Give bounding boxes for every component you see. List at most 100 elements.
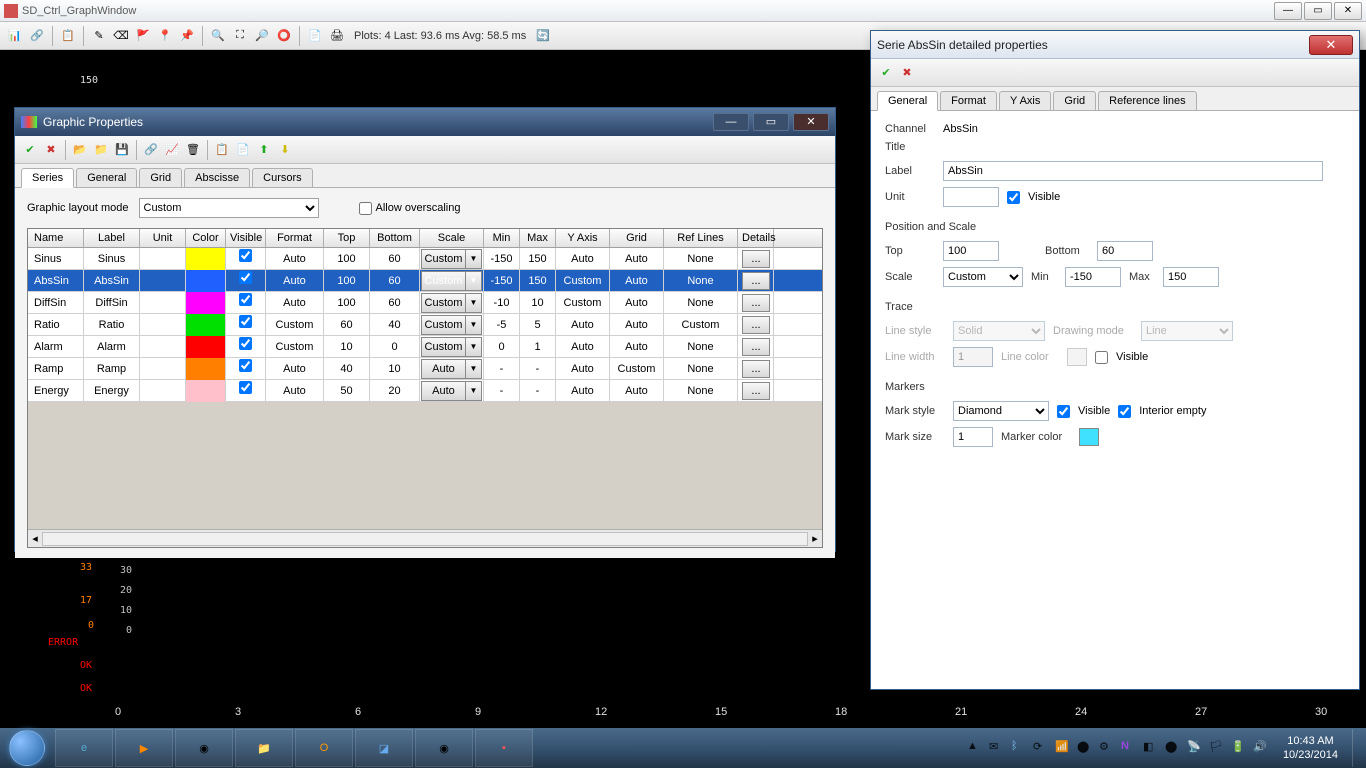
column-header[interactable]: Min: [484, 229, 520, 247]
taskbar-app[interactable]: ◪: [355, 729, 413, 767]
cell-details[interactable]: ...: [738, 358, 774, 380]
cell-min[interactable]: -5: [484, 314, 520, 336]
markstyle-select[interactable]: Diamond: [953, 401, 1049, 421]
copy-icon[interactable]: 📄: [306, 27, 324, 45]
network-icon[interactable]: 📡: [1187, 740, 1203, 756]
cell-reflines[interactable]: None: [664, 248, 738, 270]
cell-label[interactable]: Ramp: [84, 358, 140, 380]
cell-details[interactable]: ...: [738, 292, 774, 314]
cell-min[interactable]: -10: [484, 292, 520, 314]
visible-checkbox[interactable]: [239, 315, 252, 328]
cell-name[interactable]: Alarm: [28, 336, 84, 358]
cell-bottom[interactable]: 0: [370, 336, 420, 358]
table-row[interactable]: RampRampAuto4010Auto▼--AutoCustomNone...: [28, 358, 822, 380]
tab-abscisse[interactable]: Abscisse: [184, 168, 250, 187]
cell-yaxis[interactable]: Auto: [556, 248, 610, 270]
cell-name[interactable]: DiffSin: [28, 292, 84, 314]
folder-icon[interactable]: 📁: [92, 141, 110, 159]
column-header[interactable]: Name: [28, 229, 84, 247]
tab-cursors[interactable]: Cursors: [252, 168, 313, 187]
cell-label[interactable]: Ratio: [84, 314, 140, 336]
zoom-reset-icon[interactable]: ⭕: [275, 27, 293, 45]
cell-max[interactable]: 10: [520, 292, 556, 314]
cell-min[interactable]: -: [484, 380, 520, 402]
taskbar-outlook[interactable]: O: [295, 729, 353, 767]
cell-format[interactable]: Custom: [266, 314, 324, 336]
cell-name[interactable]: Ratio: [28, 314, 84, 336]
cell-details[interactable]: ...: [738, 314, 774, 336]
paste-icon[interactable]: 📄: [234, 141, 252, 159]
cell-max[interactable]: 1: [520, 336, 556, 358]
cell-max[interactable]: -: [520, 358, 556, 380]
cell-label[interactable]: DiffSin: [84, 292, 140, 314]
cell-bottom[interactable]: 60: [370, 270, 420, 292]
cell-unit[interactable]: [140, 248, 186, 270]
cell-top[interactable]: 10: [324, 336, 370, 358]
cell-scale[interactable]: Auto▼: [420, 380, 484, 402]
cell-reflines[interactable]: None: [664, 358, 738, 380]
tab-general[interactable]: General: [76, 168, 137, 187]
cell-color[interactable]: [186, 380, 226, 402]
taskbar-chrome2[interactable]: ◉: [415, 729, 473, 767]
cell-bottom[interactable]: 60: [370, 292, 420, 314]
cell-scale[interactable]: Custom▼: [420, 336, 484, 358]
details-button[interactable]: ...: [742, 250, 770, 268]
cell-scale[interactable]: Custom▼: [420, 314, 484, 336]
cell-color[interactable]: [186, 270, 226, 292]
tab-y-axis[interactable]: Y Axis: [999, 91, 1051, 110]
visible-checkbox[interactable]: [239, 359, 252, 372]
chevron-down-icon[interactable]: ▼: [466, 271, 482, 291]
tray-icon[interactable]: ⬤: [1077, 740, 1093, 756]
details-button[interactable]: ...: [742, 382, 770, 400]
flag-icon[interactable]: 🚩: [134, 27, 152, 45]
zoom-out-icon[interactable]: 🔎: [253, 27, 271, 45]
tool-icon[interactable]: 🔗: [28, 27, 46, 45]
cell-visible[interactable]: [226, 248, 266, 270]
column-header[interactable]: Ref Lines: [664, 229, 738, 247]
chevron-down-icon[interactable]: ▼: [466, 249, 482, 269]
cancel-icon[interactable]: ✖: [898, 64, 916, 82]
cell-unit[interactable]: [140, 358, 186, 380]
top-input[interactable]: [943, 241, 999, 261]
cell-color[interactable]: [186, 336, 226, 358]
cell-scale[interactable]: Custom▼: [420, 248, 484, 270]
chevron-down-icon[interactable]: ▼: [466, 315, 482, 335]
visible-checkbox[interactable]: [239, 249, 252, 262]
cancel-icon[interactable]: ✖: [42, 141, 60, 159]
scale-button[interactable]: Custom: [421, 315, 466, 335]
cell-name[interactable]: Sinus: [28, 248, 84, 270]
delete-icon[interactable]: 🗑: [184, 141, 202, 159]
table-row[interactable]: AbsSinAbsSinAuto10060Custom▼-150150Custo…: [28, 270, 822, 292]
chart-icon[interactable]: 📈: [163, 141, 181, 159]
scale-button[interactable]: Custom: [421, 249, 466, 269]
clear-icon[interactable]: ⌫: [112, 27, 130, 45]
open-icon[interactable]: 📂: [71, 141, 89, 159]
cell-grid[interactable]: Auto: [610, 292, 664, 314]
gp-titlebar[interactable]: Graphic Properties — ▭ ✕: [15, 108, 835, 136]
tool-icon[interactable]: 📋: [59, 27, 77, 45]
link-icon[interactable]: 🔗: [142, 141, 160, 159]
flag-icon[interactable]: 🏳: [1209, 740, 1225, 756]
tray-icon[interactable]: ⚙: [1099, 740, 1115, 756]
clock[interactable]: 10:43 AM 10/23/2014: [1275, 734, 1346, 762]
scale-button[interactable]: Auto: [421, 381, 466, 401]
column-header[interactable]: Color: [186, 229, 226, 247]
cell-top[interactable]: 100: [324, 292, 370, 314]
table-row[interactable]: AlarmAlarmCustom100Custom▼01AutoAutoNone…: [28, 336, 822, 358]
cell-scale[interactable]: Custom▼: [420, 270, 484, 292]
cell-grid[interactable]: Custom: [610, 358, 664, 380]
volume-icon[interactable]: 🔊: [1253, 740, 1269, 756]
cell-details[interactable]: ...: [738, 380, 774, 402]
bluetooth-icon[interactable]: ᛒ: [1011, 740, 1027, 756]
cell-scale[interactable]: Custom▼: [420, 292, 484, 314]
cell-yaxis[interactable]: Custom: [556, 292, 610, 314]
close-button[interactable]: ✕: [1334, 2, 1362, 20]
cell-top[interactable]: 40: [324, 358, 370, 380]
signal-icon[interactable]: 📶: [1055, 740, 1071, 756]
scale-button[interactable]: Custom: [421, 271, 466, 291]
cell-details[interactable]: ...: [738, 336, 774, 358]
cell-visible[interactable]: [226, 336, 266, 358]
bottom-input[interactable]: [1097, 241, 1153, 261]
main-titlebar[interactable]: SD_Ctrl_GraphWindow — ▭ ✕: [0, 0, 1366, 22]
cell-grid[interactable]: Auto: [610, 248, 664, 270]
